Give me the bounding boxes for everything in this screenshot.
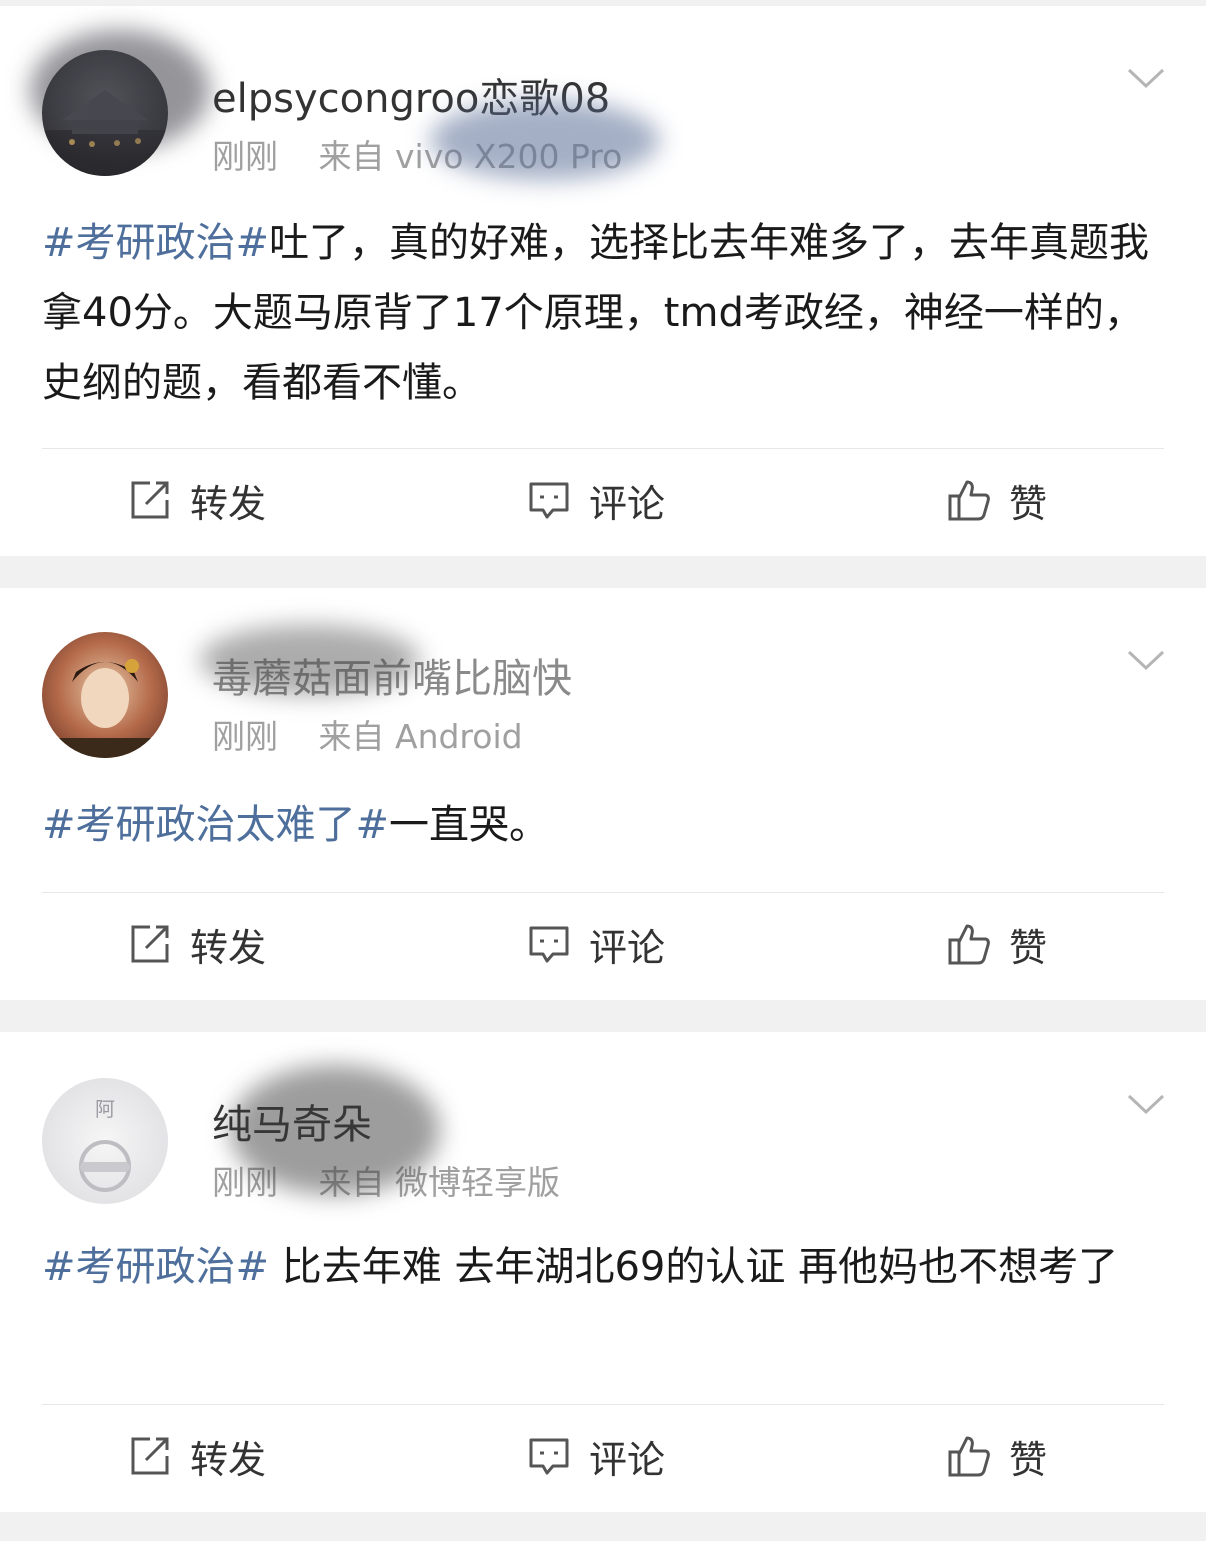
username[interactable]: elpsycongroo恋歌08 <box>212 66 610 124</box>
post-content: #考研政治#吐了，真的好难，选择比去年难多了，去年真题我拿40分。大题马原背了1… <box>42 208 1167 418</box>
comment-label: 评论 <box>589 481 666 526</box>
repost-label: 转发 <box>190 481 267 526</box>
divider <box>42 892 1164 893</box>
post-text: 一直哭。 <box>389 802 550 848</box>
action-bar: 转发 评论 赞 <box>0 460 1206 540</box>
thumbs-up-icon <box>948 1436 990 1477</box>
post-meta: 刚刚 来自 vivo X200 Pro <box>212 130 652 178</box>
hashtag-link[interactable]: #考研政治# <box>42 1244 269 1290</box>
like-button[interactable]: 赞 <box>947 904 1047 984</box>
comment-label: 评论 <box>589 1437 666 1482</box>
comment-icon <box>529 1438 569 1475</box>
post-meta: 刚刚 来自 微博轻享版 <box>212 1156 590 1204</box>
repost-icon <box>131 925 169 963</box>
comment-button[interactable]: 评论 <box>527 460 665 540</box>
chevron-down-icon[interactable] <box>1126 64 1166 92</box>
svg-text:阿: 阿 <box>95 1097 115 1121</box>
comment-button[interactable]: 评论 <box>527 904 665 984</box>
post-content: #考研政治太难了#一直哭。 <box>42 790 1167 860</box>
like-button[interactable]: 赞 <box>947 1416 1047 1496</box>
repost-label: 转发 <box>190 925 267 970</box>
comment-label: 评论 <box>589 925 666 970</box>
repost-label: 转发 <box>190 1437 267 1482</box>
post-source: 来自 Android <box>318 717 523 756</box>
avatar[interactable] <box>42 632 168 758</box>
repost-button[interactable]: 转发 <box>128 904 266 984</box>
like-label: 赞 <box>1009 925 1048 970</box>
thumbs-up-icon <box>948 924 990 965</box>
post-time: 刚刚 <box>212 137 278 176</box>
avatar-image: 阿 <box>79 1097 131 1192</box>
like-button[interactable]: 赞 <box>947 460 1047 540</box>
divider <box>42 1404 1164 1405</box>
action-bar: 转发 评论 赞 <box>0 904 1206 984</box>
username[interactable]: 纯马奇朵 <box>212 1092 372 1150</box>
avatar[interactable]: 阿 <box>42 1078 168 1204</box>
post-source: 来自 微博轻享版 <box>318 1163 561 1202</box>
action-bar: 转发 评论 赞 <box>0 1416 1206 1496</box>
post-source: 来自 vivo X200 Pro <box>318 137 623 176</box>
chevron-down-icon[interactable] <box>1126 646 1166 674</box>
post-card: elpsycongroo恋歌08 刚刚 来自 vivo X200 Pro #考研… <box>0 6 1206 556</box>
post-time: 刚刚 <box>212 1163 278 1202</box>
post-card: 毒蘑菇面前嘴比脑快 刚刚 来自 Android #考研政治太难了#一直哭。 转发… <box>0 588 1206 1000</box>
post-content: #考研政治# 比去年难 去年湖北69的认证 再他妈也不想考了 <box>42 1232 1167 1302</box>
chevron-down-icon[interactable] <box>1126 1090 1166 1118</box>
avatar[interactable] <box>42 50 168 176</box>
post-time: 刚刚 <box>212 717 278 756</box>
avatar-image <box>42 90 168 176</box>
post-text: 比去年难 去年湖北69的认证 再他妈也不想考了 <box>269 1244 1119 1290</box>
username[interactable]: 毒蘑菇面前嘴比脑快 <box>212 646 572 704</box>
comment-icon <box>529 926 569 963</box>
repost-icon <box>131 481 169 519</box>
post-card: 阿 纯马奇朵 刚刚 来自 微博轻享版 #考研政治# 比去年难 去年湖北69的认证… <box>0 1032 1206 1512</box>
post-meta: 刚刚 来自 Android <box>212 710 553 758</box>
comment-icon <box>529 482 569 519</box>
repost-button[interactable]: 转发 <box>128 1416 266 1496</box>
comment-button[interactable]: 评论 <box>527 1416 665 1496</box>
thumbs-up-icon <box>948 480 990 521</box>
weibo-feed: elpsycongroo恋歌08 刚刚 来自 vivo X200 Pro #考研… <box>0 0 1206 1541</box>
like-label: 赞 <box>1009 481 1048 526</box>
repost-icon <box>131 1437 169 1475</box>
repost-button[interactable]: 转发 <box>128 460 266 540</box>
like-label: 赞 <box>1009 1437 1048 1482</box>
avatar-image <box>42 659 168 758</box>
divider <box>42 448 1164 449</box>
hashtag-link[interactable]: #考研政治# <box>42 220 269 266</box>
hashtag-link[interactable]: #考研政治太难了# <box>42 802 389 848</box>
